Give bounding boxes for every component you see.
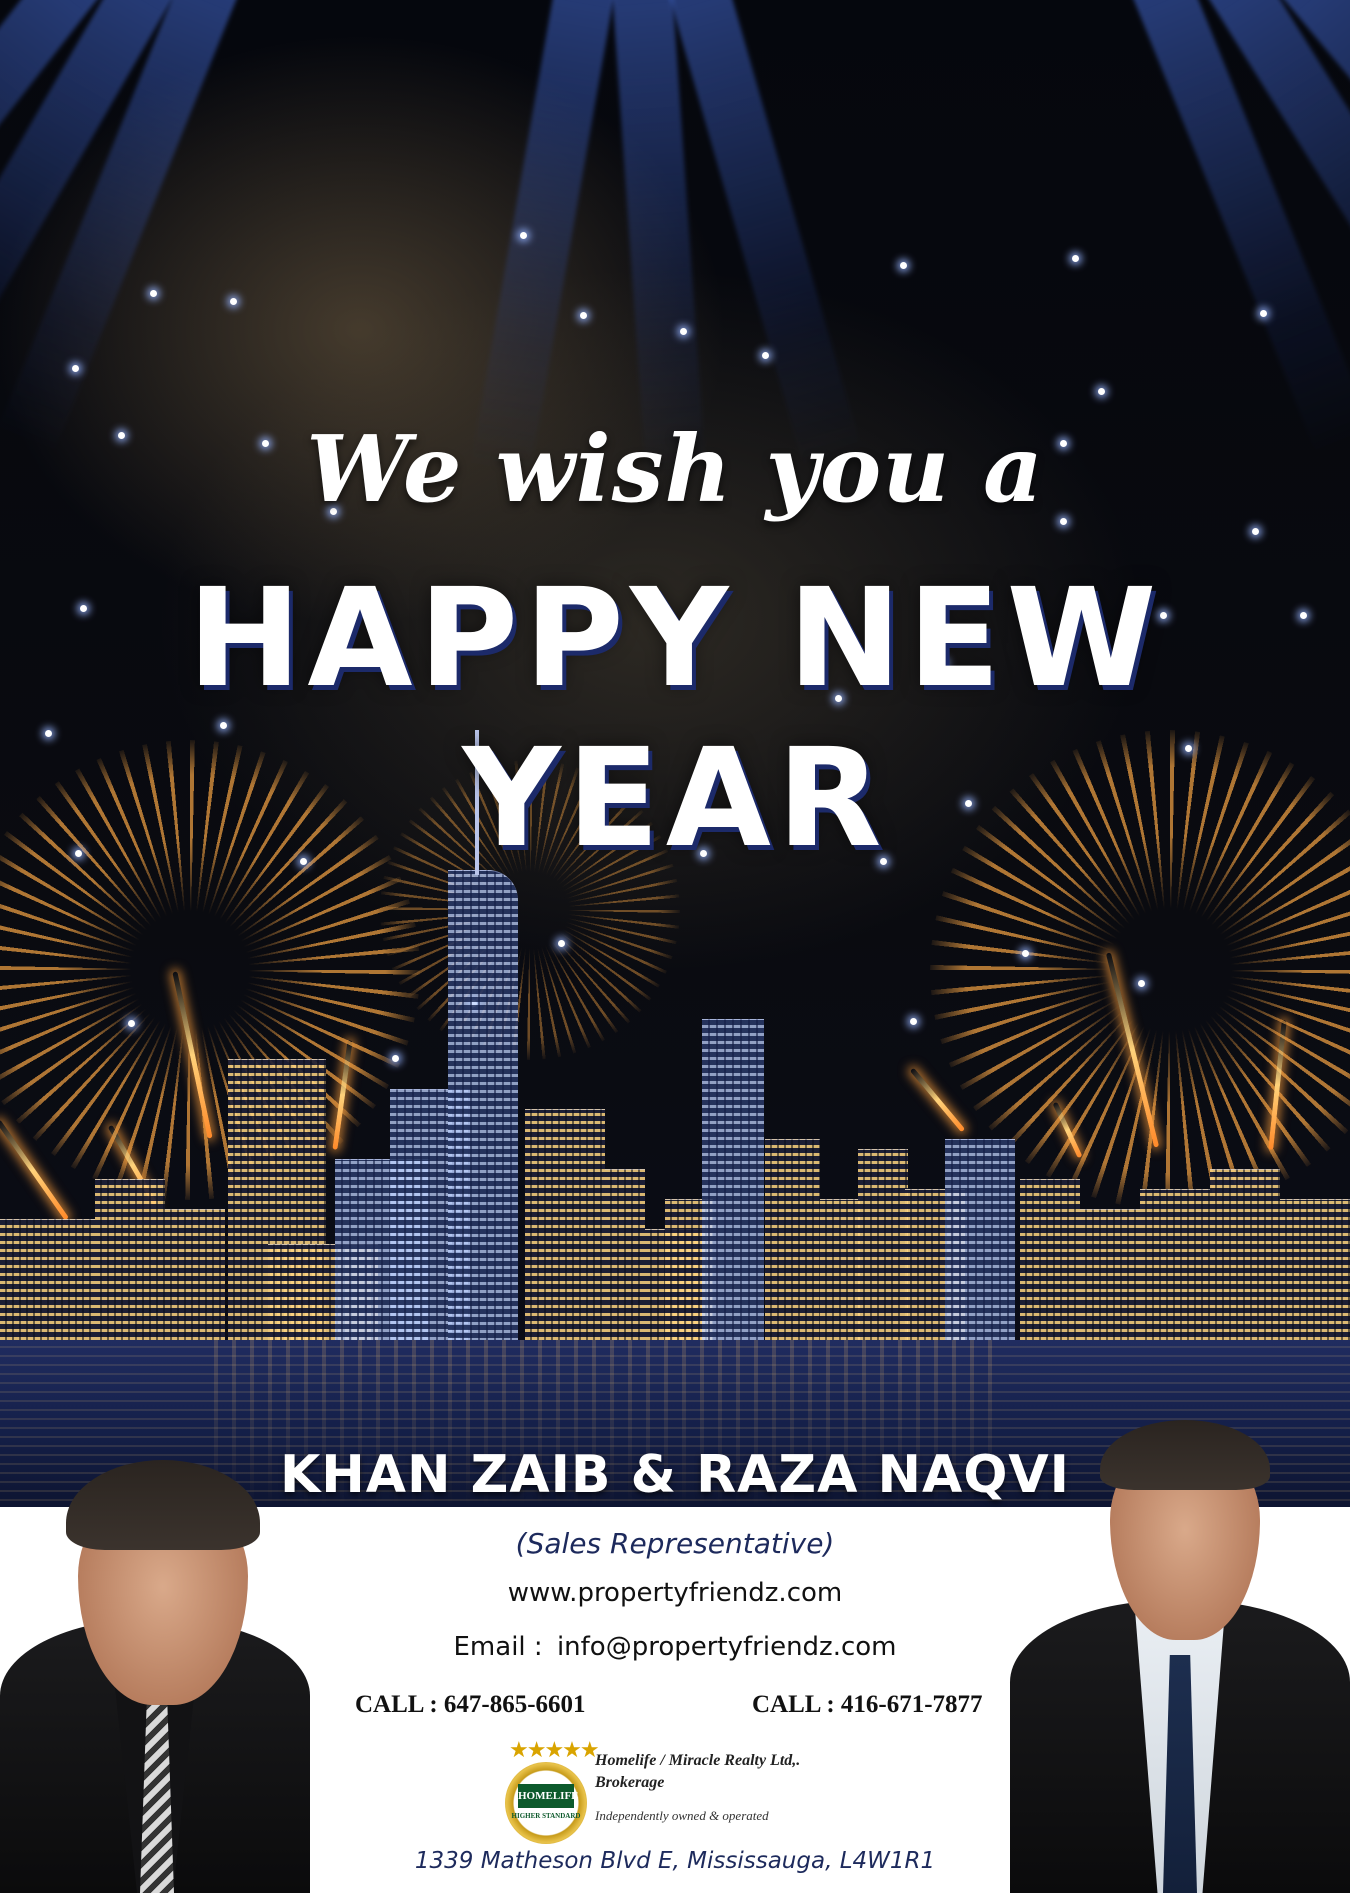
headline-happy-new: HAPPY NEW [187, 560, 1163, 718]
brokerage-name-line2: Brokerage [595, 1774, 665, 1791]
sparkle-star [1022, 950, 1029, 957]
phone-raza-naqvi[interactable]: CALL : 416-671-7877 [752, 1691, 983, 1719]
sparkle-star [1072, 255, 1079, 262]
brokerage-name: Homelife / Miracle Realty Ltd,. Brokerag… [595, 1750, 895, 1794]
building [945, 1139, 1015, 1340]
brokerage-name-line1: Homelife / Miracle Realty Ltd,. [595, 1752, 801, 1769]
sparkle-star [150, 290, 157, 297]
building [165, 1209, 225, 1340]
headline-year: YEAR [462, 720, 888, 878]
sparkle-star [1138, 980, 1145, 987]
city-skyline [0, 730, 1350, 1341]
homelife-logo-text: HOMELIFE [518, 1784, 579, 1808]
phone-khan-zaib[interactable]: CALL : 647-865-6601 [355, 1691, 586, 1719]
sparkle-star [1098, 388, 1105, 395]
sparkle-star [580, 312, 587, 319]
building [765, 1139, 820, 1340]
building [1280, 1199, 1350, 1340]
photo-raza-naqvi [1010, 1420, 1350, 1893]
building [702, 1019, 764, 1340]
building [1210, 1169, 1280, 1340]
building [858, 1149, 908, 1340]
building [1020, 1179, 1080, 1340]
email-label: Email : [453, 1632, 543, 1662]
sparkle-star [72, 365, 79, 372]
email-link[interactable]: info@propertyfriendz.com [557, 1632, 897, 1662]
homelife-logo: HOMELIFE HIGHER STANDARD [505, 1762, 587, 1844]
sparkle-star [762, 352, 769, 359]
sparkle-star [520, 232, 527, 239]
spotlight-beam [470, 0, 620, 478]
photo-khan-zaib [0, 1420, 310, 1893]
building [0, 1219, 95, 1340]
photo-hair [66, 1460, 260, 1550]
photo-hair [1100, 1420, 1270, 1490]
sparkle-star [1260, 310, 1267, 317]
new-year-poster: We wish you a HAPPY NEW YEAR KHAN ZAIB &… [0, 0, 1350, 1893]
building [605, 1169, 645, 1340]
brokerage-note: Independently owned & operated [595, 1808, 769, 1823]
sparkle-star [900, 262, 907, 269]
homelife-logo-subtext: HIGHER STANDARD [511, 1812, 581, 1820]
greeting-script: We wish you a [306, 415, 1044, 523]
building [820, 1199, 860, 1340]
building [1140, 1189, 1210, 1340]
sparkle-star [230, 298, 237, 305]
building [525, 1109, 605, 1340]
building [95, 1179, 165, 1340]
sparkle-star [680, 328, 687, 335]
tower [448, 870, 518, 1341]
building [1080, 1209, 1140, 1340]
rating-stars-icon: ★★★★★ [509, 1738, 600, 1763]
sparkle-star [558, 940, 565, 947]
sparkle-star [1252, 528, 1259, 535]
